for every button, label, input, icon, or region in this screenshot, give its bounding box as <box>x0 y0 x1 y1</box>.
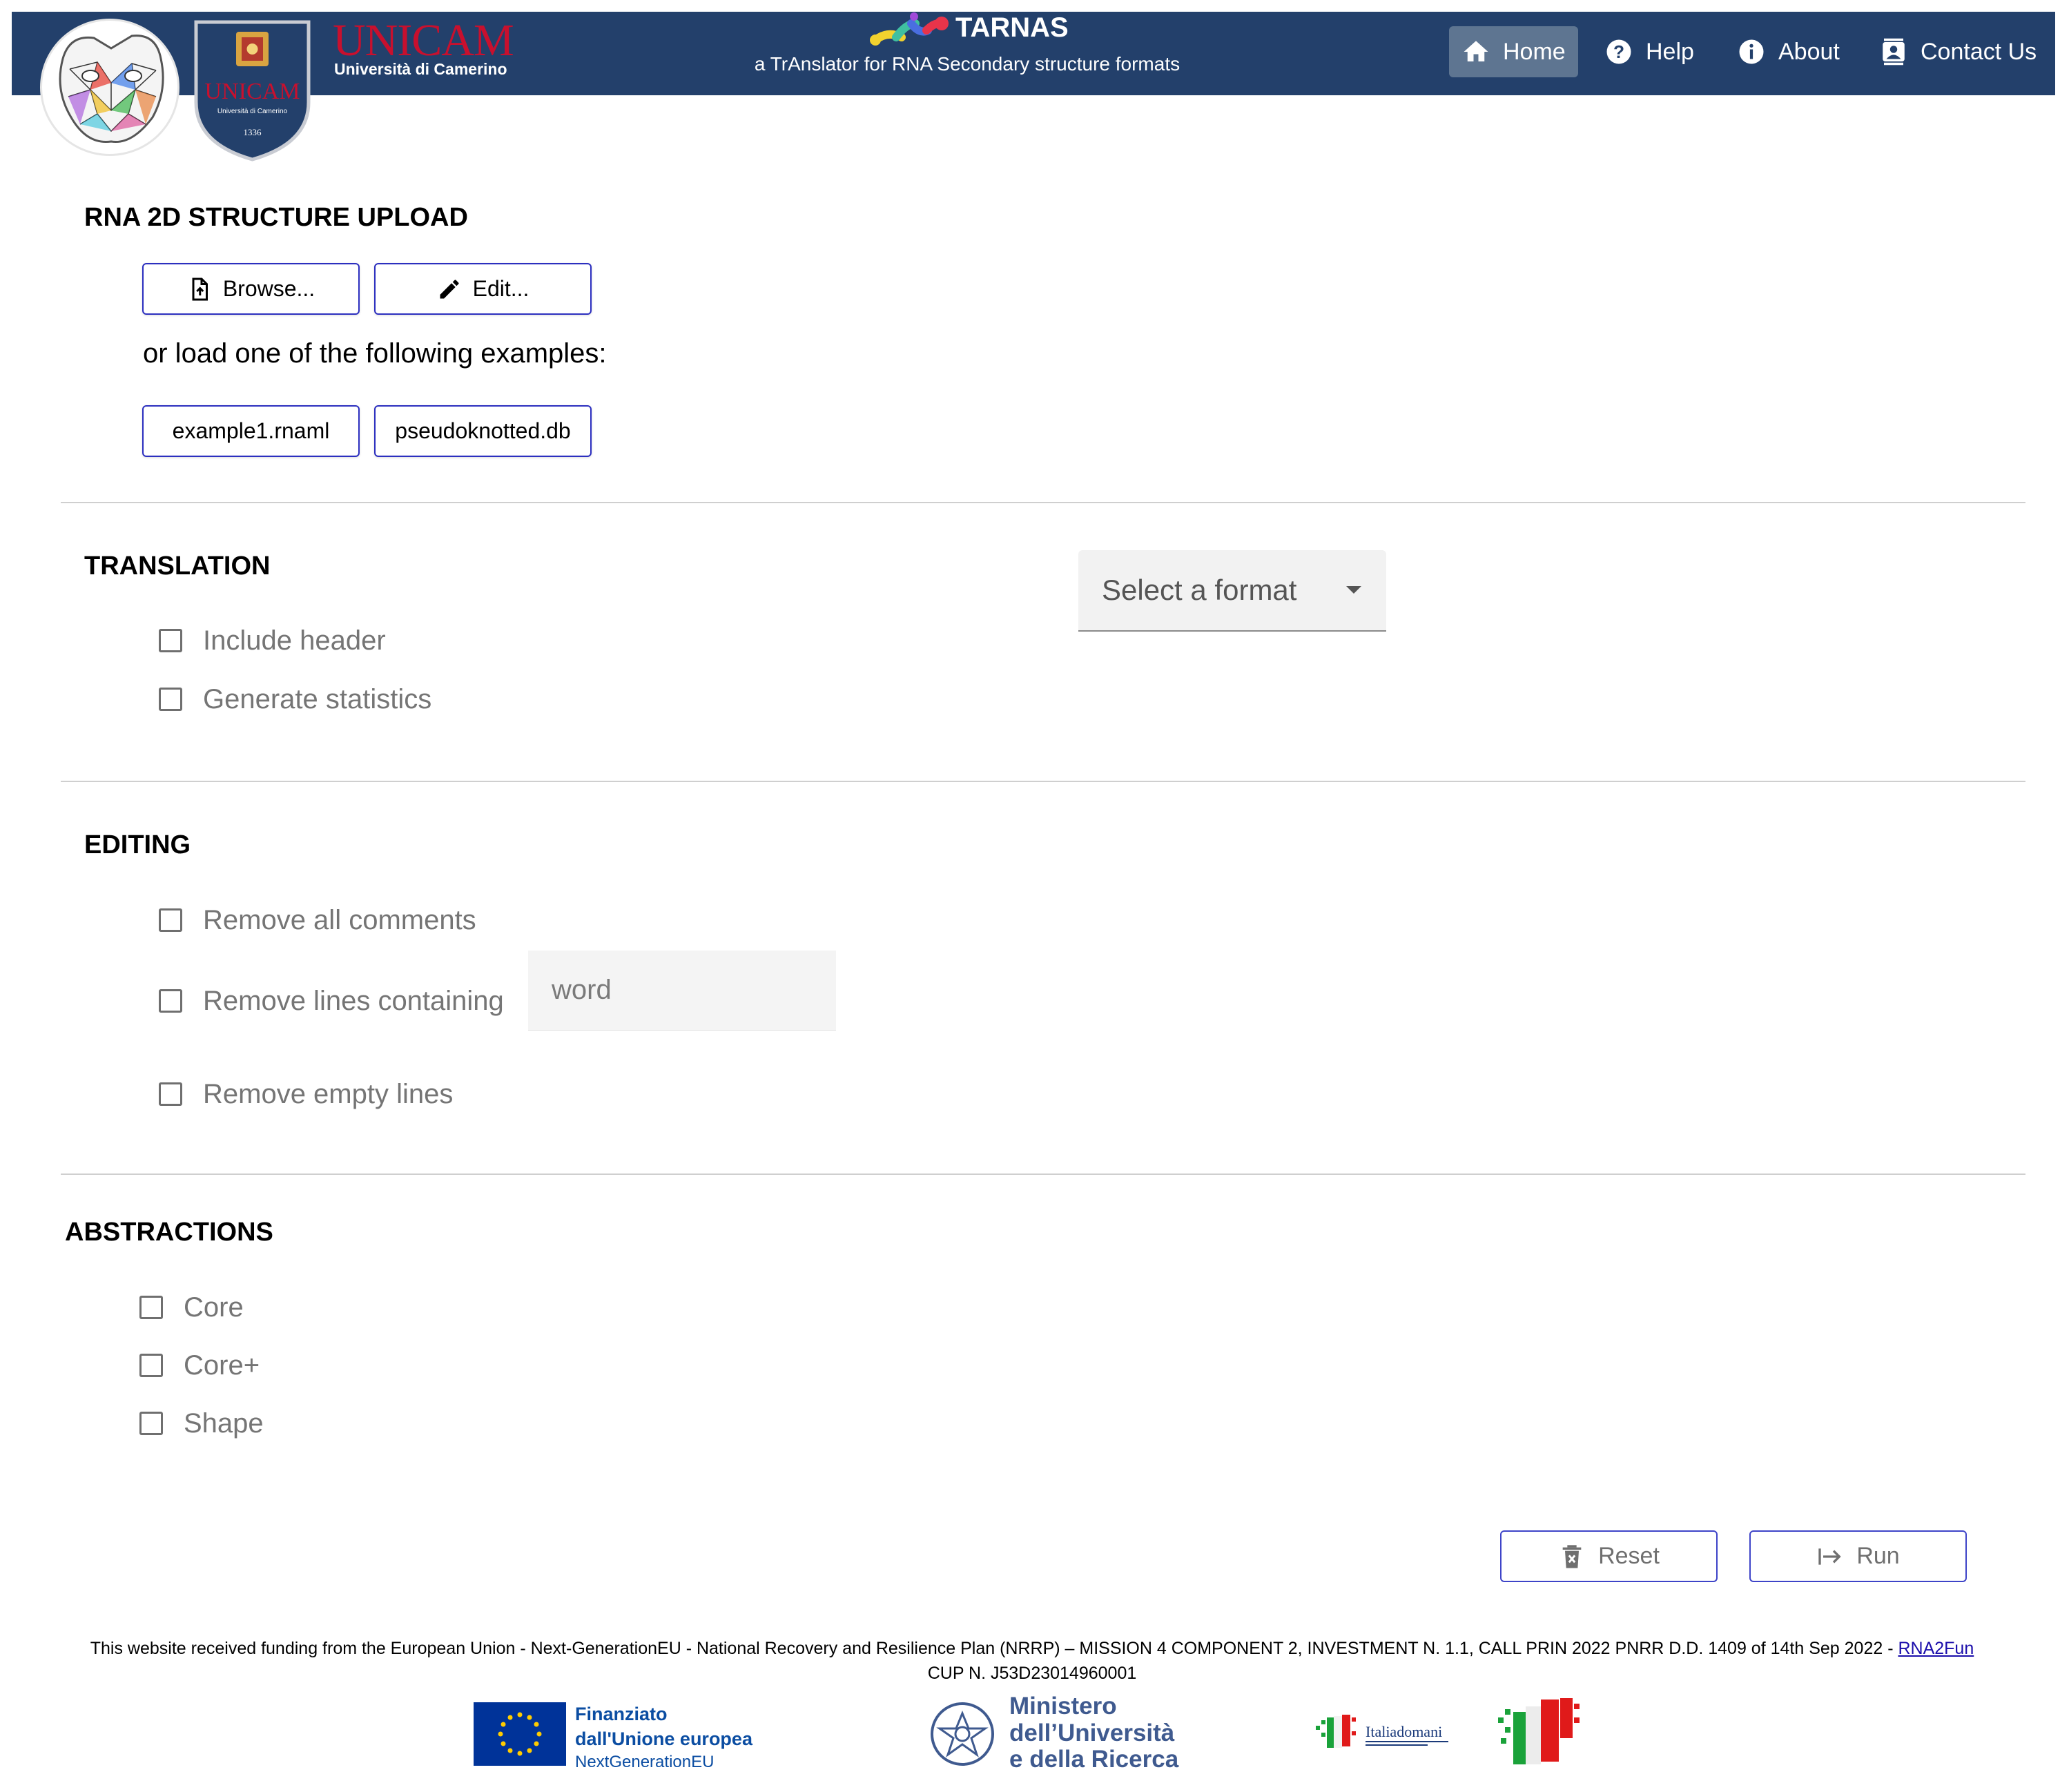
remove-lines-containing-option[interactable]: Remove lines containing <box>159 987 504 1015</box>
example-rnaml-label: example1.rnaml <box>172 418 330 443</box>
shape-checkbox[interactable] <box>139 1412 163 1435</box>
unicam-shield-logo: UNICAM Università di Camerino 1336 <box>194 20 311 162</box>
eu-flag-icon <box>474 1702 566 1766</box>
core-label: Core <box>184 1292 244 1323</box>
reset-label: Reset <box>1598 1543 1660 1569</box>
ministry-label: Ministero dell’Università e della Ricerc… <box>1009 1693 1178 1773</box>
remove-lines-containing-checkbox[interactable] <box>159 989 182 1013</box>
svg-text:?: ? <box>1613 41 1624 62</box>
nav-contact-us[interactable]: Contact Us <box>1867 26 2049 77</box>
eu-line1: Finanziato <box>575 1704 668 1724</box>
section-divider <box>61 502 2025 503</box>
format-select[interactable]: Select a format <box>1078 550 1386 632</box>
include-header-label: Include header <box>203 625 386 656</box>
edit-button[interactable]: Edit... <box>374 263 592 315</box>
italy-pixel-flag-icon <box>1498 1698 1580 1764</box>
remove-comments-label: Remove all comments <box>203 905 476 935</box>
pencil-icon <box>440 279 459 298</box>
reset-button[interactable]: Reset <box>1500 1530 1718 1582</box>
remove-empty-lines-label: Remove empty lines <box>203 1079 454 1109</box>
nav-about[interactable]: About <box>1724 26 1852 77</box>
run-label: Run <box>1856 1543 1900 1569</box>
edit-label: Edit... <box>472 276 529 301</box>
ministry-seal-icon <box>931 1702 994 1766</box>
shape-label: Shape <box>184 1408 264 1439</box>
examples-label: or load one of the following examples: <box>143 338 607 369</box>
core-plus-option[interactable]: Core+ <box>139 1352 260 1379</box>
mur-line3: e della Ricerca <box>1009 1746 1179 1773</box>
remove-empty-lines-checkbox[interactable] <box>159 1082 182 1106</box>
mur-line2: dell’Università <box>1009 1719 1175 1746</box>
info-icon <box>1739 39 1764 64</box>
section-divider <box>61 781 2025 782</box>
funding-text: This website received funding from the E… <box>90 1639 1898 1658</box>
upload-section-title: RNA 2D STRUCTURE UPLOAD <box>84 203 468 232</box>
translation-section-title: TRANSLATION <box>84 552 271 581</box>
arrow-right-bar-icon <box>1818 1548 1842 1565</box>
example-rnaml-button[interactable]: example1.rnaml <box>142 405 360 457</box>
eu-funding-label: Finanziato dall'Unione europea NextGener… <box>575 1702 752 1773</box>
university-name: UNICAM <box>333 15 514 66</box>
mask-logo <box>40 19 179 156</box>
nav-about-label: About <box>1778 38 1840 65</box>
remove-comments-option[interactable]: Remove all comments <box>159 906 476 934</box>
eu-line2: dall'Unione europea <box>575 1728 752 1749</box>
shape-option[interactable]: Shape <box>139 1410 264 1437</box>
home-icon <box>1464 41 1488 61</box>
example-pseudoknotted-label: pseudoknotted.db <box>395 418 571 443</box>
nav-help[interactable]: ? Help <box>1592 26 1707 77</box>
remove-empty-lines-option[interactable]: Remove empty lines <box>159 1080 453 1108</box>
include-header-option[interactable]: Include header <box>159 627 386 654</box>
generate-statistics-option[interactable]: Generate statistics <box>159 685 431 713</box>
italiadomani-text: Italiadomani <box>1366 1723 1442 1740</box>
editing-section-title: EDITING <box>84 830 191 859</box>
tarnas-logo-icon <box>870 12 949 46</box>
section-divider <box>61 1173 2025 1175</box>
dropdown-caret-icon <box>1346 586 1361 594</box>
mur-line1: Ministero <box>1009 1693 1117 1720</box>
nav-home[interactable]: Home <box>1449 26 1578 77</box>
nav-help-label: Help <box>1646 38 1694 65</box>
format-select-value: Select a format <box>1102 574 1297 606</box>
funding-notice: This website received funding from the E… <box>69 1636 1995 1686</box>
run-button[interactable]: Run <box>1749 1530 1967 1582</box>
university-subtitle: Università di Camerino <box>334 60 507 78</box>
cup-number: CUP N. J53D23014960001 <box>927 1664 1137 1684</box>
remove-lines-containing-label: Remove lines containing <box>203 986 504 1016</box>
core-plus-label: Core+ <box>184 1350 260 1381</box>
core-option[interactable]: Core <box>139 1294 244 1321</box>
app-title: TARNAS <box>955 12 1069 43</box>
core-plus-checkbox[interactable] <box>139 1354 163 1377</box>
contact-icon <box>1883 38 1905 66</box>
nav-contact-label: Contact Us <box>1921 38 2037 65</box>
shield-year: 1336 <box>244 127 262 137</box>
shield-subtext: Università di Camerino <box>217 108 288 115</box>
core-checkbox[interactable] <box>139 1296 163 1319</box>
eu-line3: NextGenerationEU <box>575 1753 715 1772</box>
help-icon: ? <box>1606 39 1631 64</box>
browse-button[interactable]: Browse... <box>142 263 360 315</box>
italiadomani-logo: Italiadomani <box>1316 1715 1448 1748</box>
nav-home-label: Home <box>1503 38 1566 65</box>
app-subtitle: a TrAnslator for RNA Secondary structure… <box>754 53 1180 75</box>
generate-statistics-label: Generate statistics <box>203 684 432 714</box>
rna2fun-link[interactable]: RNA2Fun <box>1898 1639 1974 1658</box>
file-upload-icon <box>192 277 208 300</box>
shield-unicam-text: UNICAM <box>205 79 300 104</box>
generate-statistics-checkbox[interactable] <box>159 688 182 711</box>
trash-icon <box>1562 1544 1582 1568</box>
word-input[interactable] <box>528 951 836 1031</box>
abstractions-section-title: ABSTRACTIONS <box>65 1218 273 1247</box>
include-header-checkbox[interactable] <box>159 629 182 652</box>
mask-logo-graphic <box>59 35 164 144</box>
remove-comments-checkbox[interactable] <box>159 908 182 932</box>
browse-label: Browse... <box>222 276 315 301</box>
example-pseudoknotted-button[interactable]: pseudoknotted.db <box>374 405 592 457</box>
